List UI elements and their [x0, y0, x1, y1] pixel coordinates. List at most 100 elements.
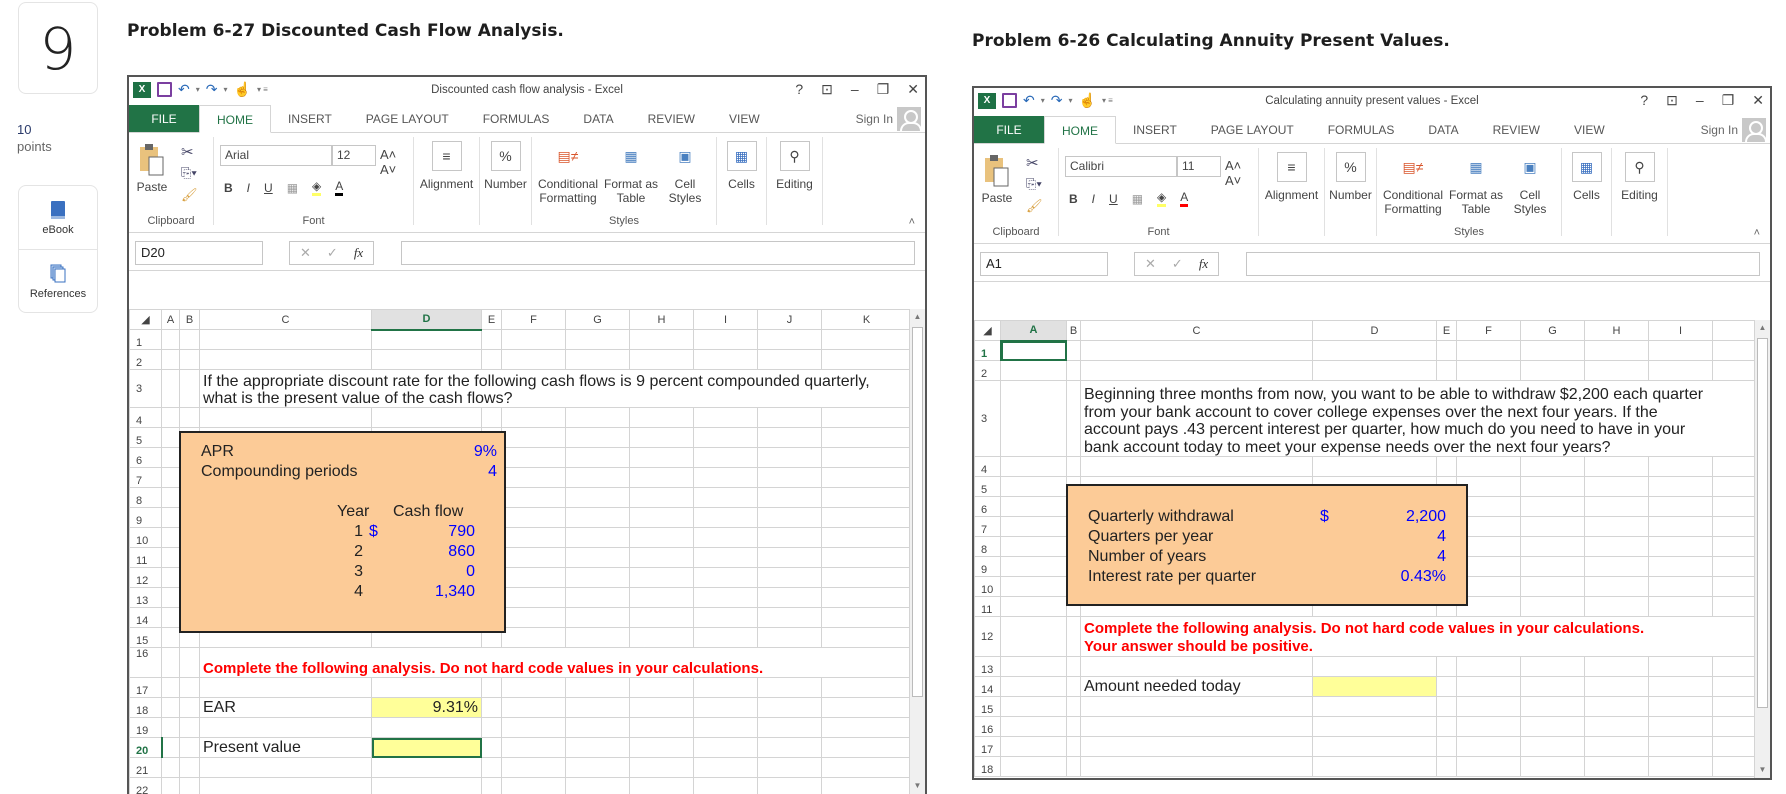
tab-insert[interactable]: INSERT — [271, 105, 349, 132]
column-header[interactable]: B — [1066, 320, 1081, 341]
font-name-select[interactable]: Calibri — [1065, 156, 1177, 177]
collapse-ribbon-icon[interactable]: ˄ — [1754, 227, 1760, 239]
column-header[interactable]: E — [481, 309, 502, 330]
tab-data[interactable]: DATA — [1411, 116, 1475, 143]
restore-icon[interactable]: ❐ — [877, 81, 890, 98]
input-value[interactable]: 2,200 — [1370, 508, 1446, 526]
selected-cell-a1[interactable] — [1000, 340, 1067, 361]
vertical-scrollbar[interactable]: ▲ ▼ — [1754, 320, 1770, 778]
format-painter-icon[interactable]: 🖌 — [1026, 198, 1043, 214]
insert-function-icon[interactable]: fx — [1199, 256, 1208, 272]
ribbon-display-icon[interactable]: ⊡ — [821, 81, 833, 98]
tab-review[interactable]: REVIEW — [631, 105, 712, 132]
vertical-scrollbar[interactable]: ▲ ▼ — [909, 309, 925, 794]
format-as-table-button[interactable]: ▦ Format as Table — [604, 141, 658, 205]
cash-flow-value[interactable]: 790 — [419, 523, 475, 541]
close-icon[interactable]: ✕ — [1752, 92, 1764, 109]
tab-insert[interactable]: INSERT — [1116, 116, 1194, 143]
ear-cell[interactable]: 9.31% — [371, 697, 482, 718]
paste-button[interactable]: Paste — [135, 143, 169, 194]
cell-styles-button[interactable]: ▣ Cell Styles — [660, 141, 710, 205]
column-header[interactable]: D — [1312, 320, 1437, 341]
amount-needed-input[interactable] — [1312, 676, 1437, 697]
font-name-select[interactable]: Arial — [220, 145, 332, 166]
column-header[interactable]: K — [821, 309, 912, 330]
spreadsheet-grid[interactable]: ◢ A B C D E F G H I 1 2 3 Beginning three… — [974, 320, 1770, 778]
cash-flow-value[interactable]: 860 — [419, 543, 475, 561]
cell-styles-button[interactable]: ▣ Cell Styles — [1505, 152, 1555, 216]
column-header[interactable]: C — [199, 309, 372, 330]
collapse-ribbon-icon[interactable]: ˄ — [909, 216, 915, 228]
cut-icon[interactable]: ✂ — [1026, 154, 1039, 172]
column-header[interactable]: D — [371, 309, 482, 331]
tab-formulas[interactable]: FORMULAS — [1311, 116, 1412, 143]
grow-font-icon[interactable]: A˄ A˅ — [380, 147, 413, 177]
apr-value[interactable]: 9% — [459, 443, 497, 461]
row-header-selected[interactable]: 20 — [129, 737, 163, 758]
minimize-icon[interactable]: – — [851, 81, 859, 98]
scroll-down-icon[interactable]: ▼ — [910, 778, 925, 794]
tab-view[interactable]: VIEW — [712, 105, 777, 132]
conditional-formatting-button[interactable]: ▤≠ Conditional Formatting — [534, 141, 602, 205]
column-header[interactable]: C — [1080, 320, 1313, 341]
fill-color-icon[interactable]: ◈ — [312, 179, 322, 196]
column-header[interactable]: G — [1520, 320, 1585, 341]
ebook-button[interactable]: eBook — [19, 186, 97, 249]
bold-icon[interactable]: B — [224, 181, 233, 195]
select-all[interactable]: ◢ — [129, 309, 162, 330]
column-header[interactable]: I — [1648, 320, 1713, 341]
select-all[interactable]: ◢ — [974, 320, 1001, 341]
scroll-down-icon[interactable]: ▼ — [1755, 762, 1770, 778]
scroll-up-icon[interactable]: ▲ — [1755, 320, 1770, 336]
tab-view[interactable]: VIEW — [1557, 116, 1622, 143]
tab-data[interactable]: DATA — [566, 105, 630, 132]
grow-font-icon[interactable]: A˄ A˅ — [1225, 158, 1258, 188]
column-header[interactable]: F — [1456, 320, 1521, 341]
cells-button[interactable]: ▦ Cells — [1562, 152, 1611, 202]
enter-icon[interactable]: ✓ — [327, 245, 338, 261]
editing-button[interactable]: ⚲ Editing — [767, 141, 822, 191]
copy-icon[interactable]: ⎘▾ — [1026, 176, 1042, 192]
editing-button[interactable]: ⚲ Editing — [1612, 152, 1667, 202]
borders-icon[interactable]: ▦ — [287, 181, 298, 195]
present-value-input[interactable] — [371, 737, 482, 758]
cells-button[interactable]: ▦ Cells — [717, 141, 766, 191]
column-header[interactable]: G — [565, 309, 630, 330]
tab-file[interactable]: FILE — [974, 116, 1044, 143]
tab-page-layout[interactable]: PAGE LAYOUT — [349, 105, 466, 132]
formula-input[interactable] — [401, 241, 915, 265]
column-header[interactable]: J — [757, 309, 822, 330]
name-box[interactable]: D20 — [135, 241, 263, 265]
scroll-up-icon[interactable]: ▲ — [910, 309, 925, 325]
sign-in[interactable]: Sign In — [1701, 118, 1766, 142]
font-color-icon[interactable]: A — [335, 179, 344, 196]
font-size-select[interactable]: 12 — [332, 145, 376, 166]
cut-icon[interactable]: ✂ — [181, 143, 194, 161]
help-icon[interactable]: ? — [1640, 92, 1648, 109]
column-header[interactable]: H — [629, 309, 694, 330]
underline-icon[interactable]: U — [1109, 192, 1118, 206]
scroll-thumb[interactable] — [912, 327, 923, 697]
ribbon-display-icon[interactable]: ⊡ — [1666, 92, 1678, 109]
fill-color-icon[interactable]: ◈ — [1157, 190, 1167, 207]
close-icon[interactable]: ✕ — [907, 81, 919, 98]
italic-icon[interactable]: I — [247, 181, 250, 195]
sign-in[interactable]: Sign In — [856, 107, 921, 131]
column-header[interactable]: E — [1436, 320, 1457, 341]
compounding-value[interactable]: 4 — [459, 463, 497, 481]
copy-icon[interactable]: ⎘▾ — [181, 165, 197, 181]
column-header[interactable]: A — [161, 309, 180, 330]
number-button[interactable]: % Number — [480, 141, 531, 191]
alignment-button[interactable]: ≡ Alignment — [414, 141, 479, 191]
help-icon[interactable]: ? — [795, 81, 803, 98]
tab-file[interactable]: FILE — [129, 105, 199, 132]
column-header[interactable]: H — [1584, 320, 1649, 341]
sheet-table[interactable]: ◢ A B C D E F G H I J K 1 2 3 If the appr… — [129, 309, 912, 794]
number-button[interactable]: % Number — [1325, 152, 1376, 202]
column-header[interactable]: I — [693, 309, 758, 330]
tab-home[interactable]: HOME — [1044, 116, 1116, 144]
spreadsheet-grid[interactable]: ◢ A B C D E F G H I J K 1 2 3 If the appr… — [129, 309, 925, 794]
tab-review[interactable]: REVIEW — [1476, 116, 1557, 143]
column-header[interactable]: B — [179, 309, 200, 330]
insert-function-icon[interactable]: fx — [354, 245, 363, 261]
